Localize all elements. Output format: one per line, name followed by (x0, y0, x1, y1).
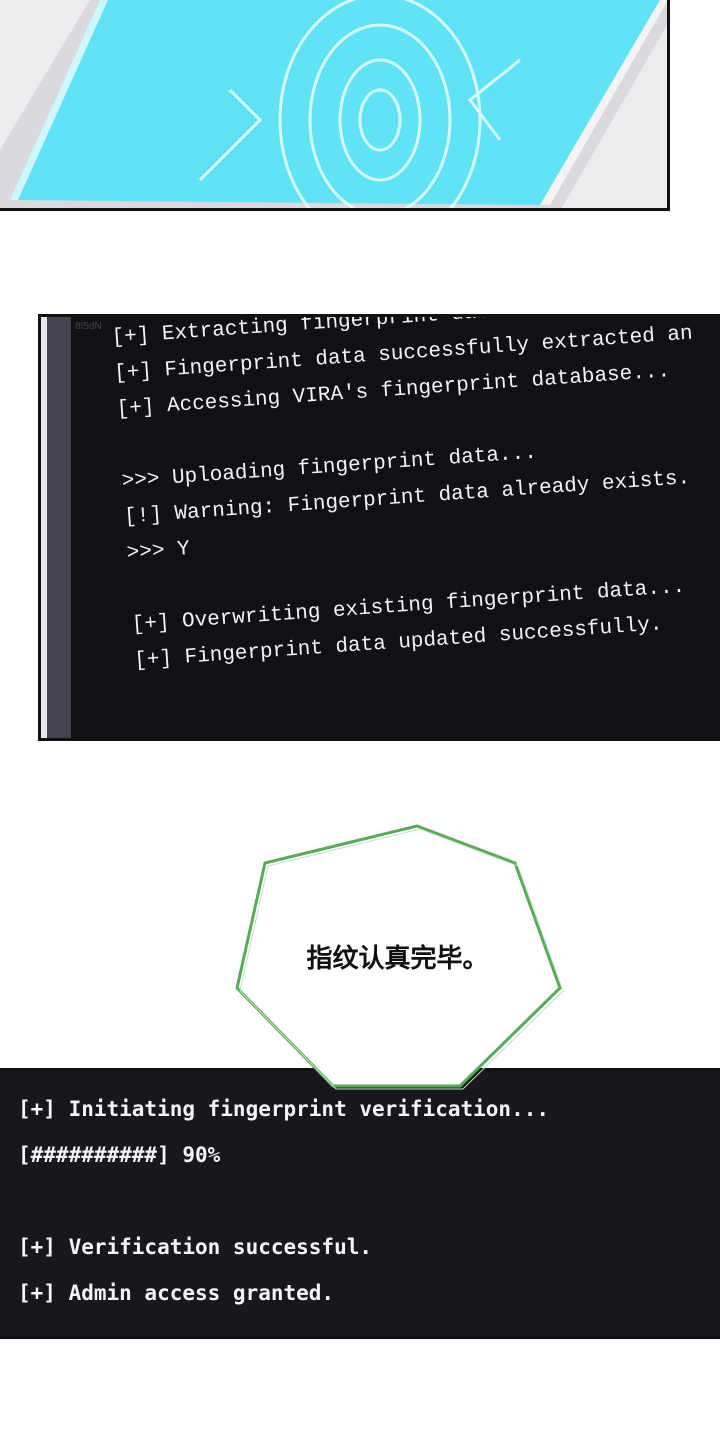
speech-bubble-text: 指纹认真完毕。 (306, 944, 489, 974)
watermark: 8I5dN (75, 321, 102, 332)
fingerprint-phone-panel (0, 0, 670, 211)
screen-edge (41, 317, 47, 738)
terminal-line: [+] Admin access granted. (18, 1281, 335, 1305)
terminal-line: [+] Initiating fingerprint verification.… (18, 1097, 550, 1121)
terminal-output: [+] Initiating fingerprint verification.… (18, 1097, 549, 1327)
terminal-output: [+] Extracting fingerprint data from the… (111, 317, 720, 686)
phone-fingerprint-illustration (0, 0, 667, 208)
progress-line: [##########] 90% (18, 1143, 221, 1167)
terminal-panel-1: 8I5dN [+] Extracting fingerprint data fr… (38, 314, 720, 741)
terminal-line: [+] Verification successful. (18, 1235, 373, 1259)
terminal-panel-2: [+] Initiating fingerprint verification.… (0, 1068, 720, 1339)
